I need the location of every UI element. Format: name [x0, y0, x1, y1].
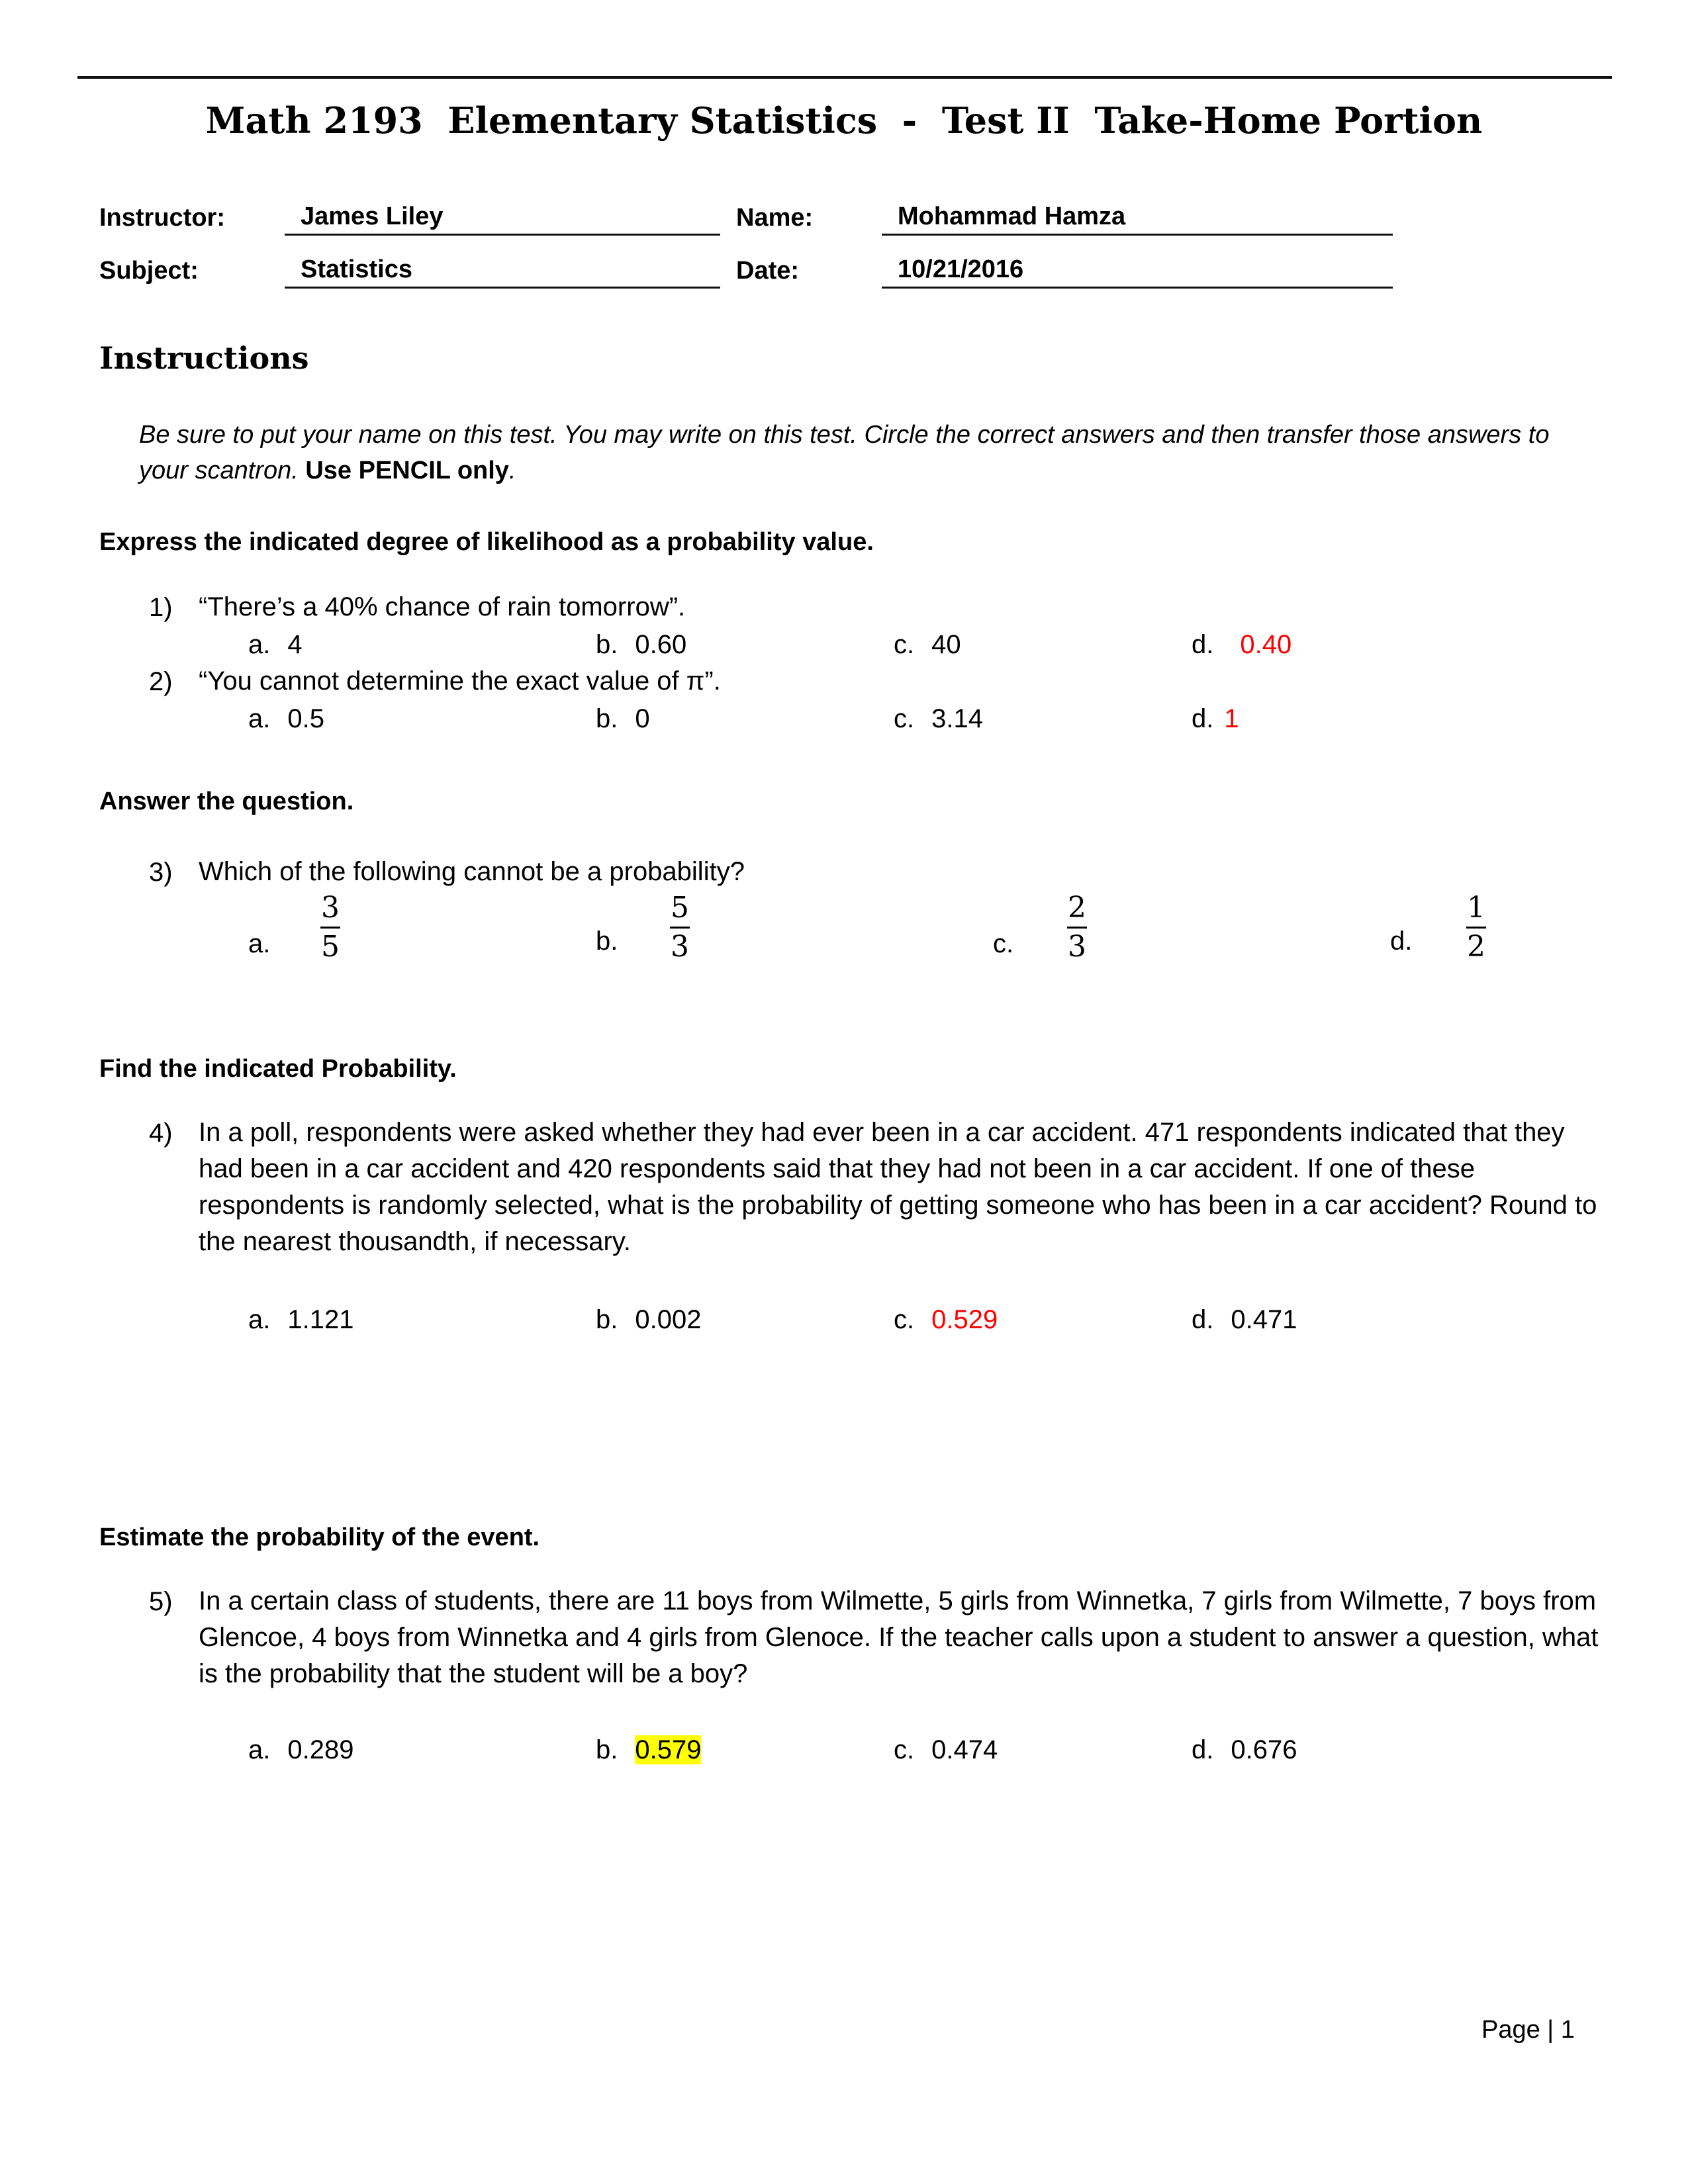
q1-option-b[interactable]: b. 0.60	[596, 630, 686, 660]
instructions-text: Be sure to put your name on this test. Y…	[139, 417, 1569, 488]
option-letter: c.	[894, 704, 915, 733]
page-number: Page | 1	[1481, 2016, 1575, 2044]
option-letter: d.	[1192, 1305, 1214, 1334]
q3-option-b-letter: b.	[596, 927, 618, 956]
option-letter: d.	[1192, 630, 1214, 659]
section-heading-3: Find the indicated Probability.	[99, 1055, 457, 1083]
section-heading-4: Estimate the probability of the event.	[99, 1524, 540, 1551]
option-value: 4	[287, 630, 303, 659]
q1-option-c[interactable]: c. 40	[894, 630, 961, 660]
document-title: Math 2193 Elementary Statistics - Test I…	[205, 99, 1483, 142]
q3-option-c-letter: c.	[993, 929, 1014, 958]
option-value: 0.002	[635, 1305, 702, 1334]
option-letter: a.	[248, 630, 271, 659]
q3-option-c[interactable]: 23	[1067, 891, 1087, 964]
question-text-4: In a poll, respondents were asked whethe…	[199, 1118, 1597, 1256]
question-number-1: 1)	[149, 593, 173, 622]
section-heading-2: Answer the question.	[99, 788, 354, 815]
option-letter: c.	[894, 1735, 915, 1764]
instructions-period: .	[508, 457, 516, 484]
instructions-pencil: Use PENCIL only	[305, 457, 509, 484]
question-text-5: In a certain class of students, there ar…	[199, 1586, 1599, 1688]
subject-label: Subject:	[99, 257, 199, 285]
option-letter: d.	[1192, 704, 1214, 733]
option-value-marked: 0.529	[931, 1305, 998, 1334]
q4-option-c[interactable]: c. 0.529	[894, 1305, 998, 1335]
question-text-2: “You cannot determine the exact value of…	[199, 666, 721, 696]
option-letter: a.	[248, 1305, 271, 1334]
fraction-denominator: 5	[321, 930, 340, 964]
q5-option-d[interactable]: d. 0.676	[1192, 1735, 1297, 1765]
fraction-bar	[1466, 927, 1486, 929]
q3-option-d-letter: d.	[1390, 927, 1413, 956]
option-letter: b.	[596, 704, 618, 733]
fraction-denominator: 3	[1068, 930, 1086, 964]
q3-option-b[interactable]: 53	[670, 891, 690, 964]
fraction-numerator: 1	[1467, 891, 1485, 925]
option-value: 0.471	[1231, 1305, 1297, 1334]
q2-option-b[interactable]: b. 0	[596, 704, 650, 734]
option-value: 40	[931, 630, 961, 659]
name-label: Name:	[736, 204, 814, 232]
question-text-3: Which of the following cannot be a proba…	[199, 857, 745, 886]
option-letter: b.	[596, 630, 618, 659]
option-value: 0.60	[635, 630, 687, 659]
fraction-bar	[670, 927, 690, 929]
option-value-highlighted: 0.579	[635, 1735, 702, 1764]
option-letter: c.	[894, 630, 915, 659]
instructions-heading: Instructions	[99, 340, 309, 376]
option-value: 0.289	[287, 1735, 354, 1764]
fraction-bar	[320, 927, 340, 929]
question-text-1: “There’s a 40% chance of rain tomorrow”.	[199, 592, 686, 621]
instructor-field[interactable]: James Liley	[285, 201, 720, 236]
fraction-denominator: 3	[671, 930, 689, 964]
option-value: 0	[635, 704, 650, 733]
option-value: 0.676	[1231, 1735, 1297, 1764]
question-number-4: 4)	[149, 1118, 173, 1148]
fraction-denominator: 2	[1467, 930, 1485, 964]
q1-option-d[interactable]: d. 0.40	[1192, 630, 1291, 660]
option-letter: c.	[894, 1305, 915, 1334]
date-label: Date:	[736, 257, 800, 285]
q5-option-c[interactable]: c. 0.474	[894, 1735, 998, 1765]
option-value: 3.14	[931, 704, 983, 733]
option-letter: a.	[248, 1735, 271, 1764]
question-number-3: 3)	[149, 858, 173, 887]
question-number-2: 2)	[149, 667, 173, 696]
name-field[interactable]: Mohammad Hamza	[882, 201, 1393, 236]
option-value: 0.474	[931, 1735, 998, 1764]
fraction-numerator: 3	[321, 891, 340, 925]
fraction-numerator: 5	[671, 891, 689, 925]
q2-option-d[interactable]: d. 1	[1192, 704, 1239, 734]
q4-option-a[interactable]: a. 1.121	[248, 1305, 353, 1335]
option-letter: b.	[596, 1305, 618, 1334]
option-value-marked: 1	[1224, 704, 1239, 733]
option-letter: a.	[248, 704, 271, 733]
option-letter: d.	[1192, 1735, 1214, 1764]
option-letter: b.	[596, 1735, 618, 1764]
header-rule	[77, 76, 1612, 79]
q2-option-a[interactable]: a. 0.5	[248, 704, 324, 734]
option-value-marked: 0.40	[1240, 630, 1292, 659]
fraction-bar	[1067, 927, 1087, 929]
q2-option-c[interactable]: c. 3.14	[894, 704, 983, 734]
subject-field[interactable]: Statistics	[285, 254, 720, 289]
q4-option-d[interactable]: d. 0.471	[1192, 1305, 1297, 1335]
q1-option-a[interactable]: a. 4	[248, 630, 303, 660]
q3-option-a[interactable]: 35	[320, 891, 340, 964]
q3-option-a-letter: a.	[248, 929, 271, 958]
option-value: 0.5	[287, 704, 324, 733]
q5-option-a[interactable]: a. 0.289	[248, 1735, 353, 1765]
option-value: 1.121	[287, 1305, 354, 1334]
q3-option-d[interactable]: 12	[1466, 891, 1486, 964]
date-field[interactable]: 10/21/2016	[882, 254, 1393, 289]
instructor-label: Instructor:	[99, 204, 225, 232]
section-heading-1: Express the indicated degree of likeliho…	[99, 528, 874, 556]
fraction-numerator: 2	[1068, 891, 1086, 925]
question-number-5: 5)	[149, 1587, 173, 1616]
q5-option-b[interactable]: b. 0.579	[596, 1735, 702, 1765]
q4-option-b[interactable]: b. 0.002	[596, 1305, 701, 1335]
